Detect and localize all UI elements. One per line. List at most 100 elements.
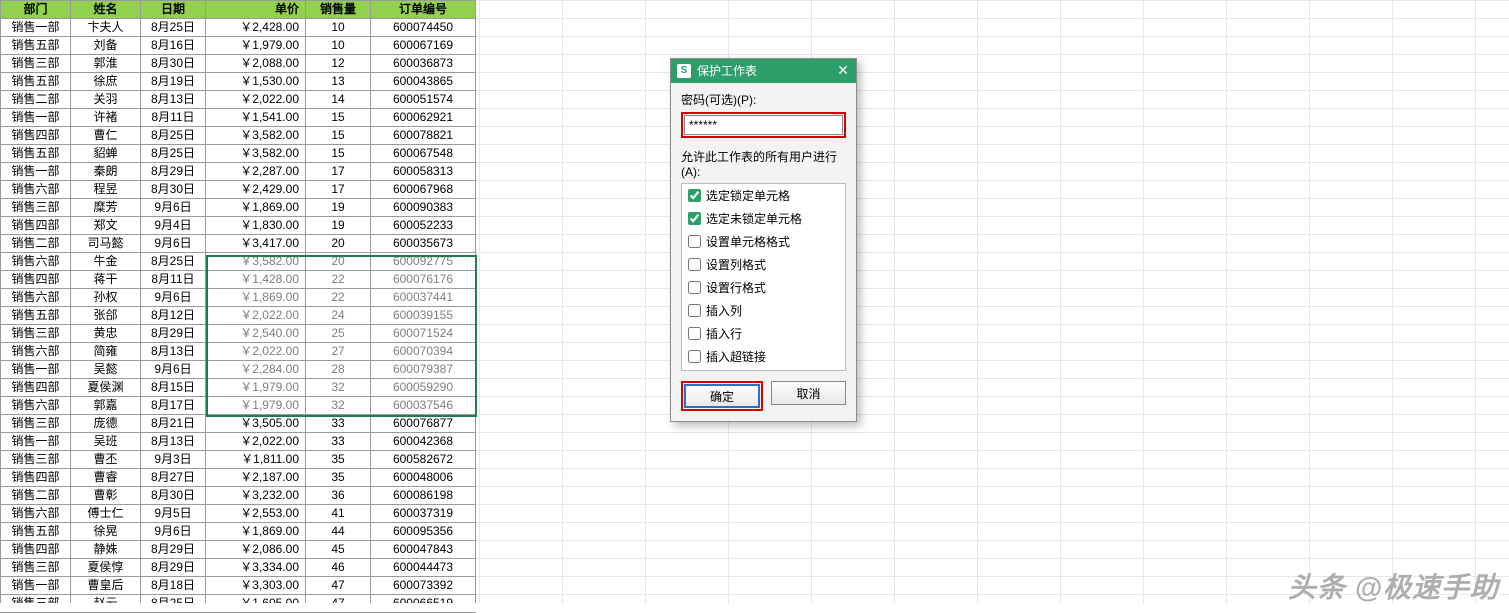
column-header[interactable]: 单价 xyxy=(206,1,306,19)
permission-item[interactable]: 插入超链接 xyxy=(682,345,845,368)
cell-order[interactable]: 600067169 xyxy=(371,37,476,55)
cell-qty[interactable]: 24 xyxy=(306,307,371,325)
permission-checkbox[interactable] xyxy=(688,350,701,363)
table-row[interactable]: 销售四部蒋干8月11日￥1,428.0022600076176 xyxy=(1,271,476,289)
cell-price[interactable]: ￥1,869.00 xyxy=(206,523,306,541)
cell-order[interactable]: 600037319 xyxy=(371,505,476,523)
cell-name[interactable]: 曹彰 xyxy=(71,487,141,505)
cell-price[interactable]: ￥3,334.00 xyxy=(206,559,306,577)
cell-order[interactable]: 600036873 xyxy=(371,55,476,73)
cell-name[interactable]: 夏侯渊 xyxy=(71,379,141,397)
cell-qty[interactable]: 14 xyxy=(306,91,371,109)
permission-checkbox[interactable] xyxy=(688,212,701,225)
cell-qty[interactable]: 15 xyxy=(306,145,371,163)
table-row[interactable]: 销售六部孙权9月6日￥1,869.0022600037441 xyxy=(1,289,476,307)
cell-name[interactable]: 吴班 xyxy=(71,433,141,451)
cell-qty[interactable]: 15 xyxy=(306,109,371,127)
cell-qty[interactable]: 32 xyxy=(306,397,371,415)
cell-qty[interactable]: 20 xyxy=(306,235,371,253)
cell-date[interactable]: 8月29日 xyxy=(141,163,206,181)
cell-order[interactable]: 600037546 xyxy=(371,397,476,415)
table-row[interactable]: 销售一部吴班8月13日￥2,022.0033600042368 xyxy=(1,433,476,451)
cell-name[interactable]: 牛金 xyxy=(71,253,141,271)
cell-dept[interactable]: 销售三部 xyxy=(1,55,71,73)
cell-price[interactable]: ￥3,232.00 xyxy=(206,487,306,505)
cell-dept[interactable]: 销售六部 xyxy=(1,343,71,361)
cell-date[interactable]: 9月3日 xyxy=(141,451,206,469)
cell-order[interactable]: 600058313 xyxy=(371,163,476,181)
cell-name[interactable]: 徐庶 xyxy=(71,73,141,91)
cell-date[interactable]: 8月13日 xyxy=(141,343,206,361)
cell-order[interactable]: 600090383 xyxy=(371,199,476,217)
cell-qty[interactable]: 36 xyxy=(306,487,371,505)
cell-date[interactable]: 8月11日 xyxy=(141,271,206,289)
cell-name[interactable]: 曹睿 xyxy=(71,469,141,487)
cell-date[interactable]: 8月17日 xyxy=(141,397,206,415)
cell-date[interactable]: 8月25日 xyxy=(141,253,206,271)
cell-dept[interactable]: 销售一部 xyxy=(1,19,71,37)
cell-price[interactable]: ￥2,284.00 xyxy=(206,361,306,379)
cell-order[interactable]: 600042368 xyxy=(371,433,476,451)
cell-name[interactable]: 刘备 xyxy=(71,37,141,55)
cell-price[interactable]: ￥1,541.00 xyxy=(206,109,306,127)
cell-order[interactable]: 600067968 xyxy=(371,181,476,199)
cell-name[interactable]: 简雍 xyxy=(71,343,141,361)
table-row[interactable]: 销售四部曹仁8月25日￥3,582.0015600078821 xyxy=(1,127,476,145)
table-row[interactable]: 销售五部刘备8月16日￥1,979.0010600067169 xyxy=(1,37,476,55)
table-row[interactable]: 销售五部貂蝉8月25日￥3,582.0015600067548 xyxy=(1,145,476,163)
cell-price[interactable]: ￥2,022.00 xyxy=(206,343,306,361)
cell-qty[interactable]: 47 xyxy=(306,577,371,595)
cell-qty[interactable]: 17 xyxy=(306,181,371,199)
table-row[interactable]: 销售二部曹彰8月30日￥3,232.0036600086198 xyxy=(1,487,476,505)
permission-checkbox[interactable] xyxy=(688,327,701,340)
table-row[interactable]: 销售三部曹丕9月3日￥1,811.0035600582672 xyxy=(1,451,476,469)
cell-name[interactable]: 孙权 xyxy=(71,289,141,307)
cell-name[interactable]: 糜芳 xyxy=(71,199,141,217)
table-row[interactable]: 销售三部夏侯惇8月29日￥3,334.0046600044473 xyxy=(1,559,476,577)
cell-order[interactable]: 600062921 xyxy=(371,109,476,127)
permission-checkbox[interactable] xyxy=(688,189,701,202)
cell-price[interactable]: ￥3,417.00 xyxy=(206,235,306,253)
cell-date[interactable]: 8月11日 xyxy=(141,109,206,127)
column-header[interactable]: 日期 xyxy=(141,1,206,19)
cell-order[interactable]: 600044473 xyxy=(371,559,476,577)
cell-order[interactable]: 600079387 xyxy=(371,361,476,379)
table-row[interactable]: 销售一部吴懿9月6日￥2,284.0028600079387 xyxy=(1,361,476,379)
cell-name[interactable]: 秦朗 xyxy=(71,163,141,181)
cell-qty[interactable]: 45 xyxy=(306,541,371,559)
cell-date[interactable]: 8月18日 xyxy=(141,577,206,595)
cell-dept[interactable]: 销售五部 xyxy=(1,73,71,91)
cell-name[interactable]: 夏侯惇 xyxy=(71,559,141,577)
cell-qty[interactable]: 33 xyxy=(306,415,371,433)
cell-dept[interactable]: 销售五部 xyxy=(1,145,71,163)
permission-checkbox[interactable] xyxy=(688,258,701,271)
cell-qty[interactable]: 13 xyxy=(306,73,371,91)
permission-item[interactable]: 插入行 xyxy=(682,322,845,345)
table-row[interactable]: 销售三部糜芳9月6日￥1,869.0019600090383 xyxy=(1,199,476,217)
cell-price[interactable]: ￥3,582.00 xyxy=(206,127,306,145)
cell-dept[interactable]: 销售五部 xyxy=(1,523,71,541)
cell-order[interactable]: 600059290 xyxy=(371,379,476,397)
cell-order[interactable]: 600071524 xyxy=(371,325,476,343)
cell-dept[interactable]: 销售五部 xyxy=(1,37,71,55)
column-header[interactable]: 部门 xyxy=(1,1,71,19)
cell-dept[interactable]: 销售四部 xyxy=(1,541,71,559)
cell-name[interactable]: 曹仁 xyxy=(71,127,141,145)
cell-order[interactable]: 600582672 xyxy=(371,451,476,469)
cell-date[interactable]: 8月25日 xyxy=(141,19,206,37)
cell-price[interactable]: ￥2,540.00 xyxy=(206,325,306,343)
table-row[interactable]: 销售六部郭嘉8月17日￥1,979.0032600037546 xyxy=(1,397,476,415)
cell-qty[interactable]: 32 xyxy=(306,379,371,397)
cell-name[interactable]: 曹丕 xyxy=(71,451,141,469)
cell-order[interactable]: 600070394 xyxy=(371,343,476,361)
permission-item[interactable]: 设置列格式 xyxy=(682,253,845,276)
cell-dept[interactable]: 销售六部 xyxy=(1,289,71,307)
cell-price[interactable]: ￥2,553.00 xyxy=(206,505,306,523)
cell-date[interactable]: 9月6日 xyxy=(141,523,206,541)
table-row[interactable]: 销售四部郑文9月4日￥1,830.0019600052233 xyxy=(1,217,476,235)
cell-dept[interactable]: 销售六部 xyxy=(1,253,71,271)
cell-price[interactable]: ￥3,582.00 xyxy=(206,253,306,271)
cell-qty[interactable]: 33 xyxy=(306,433,371,451)
cell-date[interactable]: 8月16日 xyxy=(141,37,206,55)
cell-order[interactable]: 600048006 xyxy=(371,469,476,487)
